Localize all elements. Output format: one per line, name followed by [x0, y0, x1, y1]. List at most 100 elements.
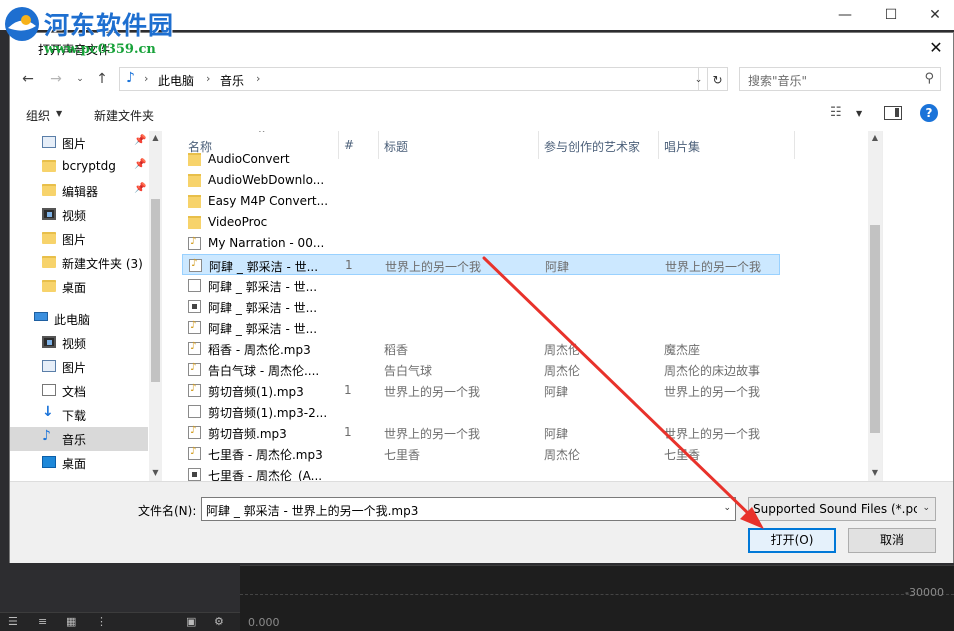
- forward-arrow-icon[interactable]: →: [46, 69, 66, 89]
- chevron-right-icon[interactable]: ›: [206, 72, 210, 85]
- nav-item-editor[interactable]: 编辑器 📌: [10, 179, 148, 203]
- grid-icon[interactable]: ▦: [66, 615, 76, 628]
- nav-item-this-pc[interactable]: 此电脑: [10, 307, 140, 331]
- preview-pane-icon[interactable]: [884, 106, 902, 120]
- menu-icon[interactable]: ≡: [38, 615, 47, 628]
- file-row[interactable]: 剪切音频.mp3 1 世界上的另一个我 阿肆 世界上的另一个我: [182, 422, 780, 443]
- file-name: Easy M4P Convert...: [208, 194, 329, 208]
- file-album: 世界上的另一个我: [665, 260, 762, 274]
- nav-item-desktop-folder[interactable]: 桌面: [10, 275, 148, 299]
- nav-item-downloads[interactable]: ↓ 下载: [10, 403, 148, 427]
- refresh-icon[interactable]: ↻: [708, 67, 728, 91]
- file-row[interactable]: My Narration - 00...: [182, 233, 780, 254]
- file-row[interactable]: 阿肆 _ 郭采洁 - 世...: [182, 275, 780, 296]
- file-row[interactable]: AudioWebDownlo...: [182, 170, 780, 191]
- nav-item-new-folder-3[interactable]: 新建文件夹 (3): [10, 251, 148, 275]
- nav-item-label: bcryptdg: [62, 159, 116, 173]
- nav-item-videos-quick[interactable]: 视频: [10, 203, 148, 227]
- chevron-down-icon[interactable]: ▼: [856, 109, 862, 118]
- address-bar[interactable]: ♪ › 此电脑 › 音乐 ›: [119, 67, 699, 91]
- open-button[interactable]: 打开(O): [748, 528, 836, 553]
- file-name: 七里香 - 周杰伦.mp3: [208, 448, 323, 462]
- view-options-icon[interactable]: ☷: [830, 105, 842, 120]
- folder-icon: [188, 174, 201, 187]
- computer-icon: [34, 312, 48, 321]
- nav-item-desktop[interactable]: 桌面: [10, 451, 148, 475]
- search-input[interactable]: 搜索"音乐" ⚲: [739, 67, 941, 91]
- document-icon: [188, 279, 201, 292]
- chevron-down-icon[interactable]: ⌄: [723, 503, 731, 513]
- breadcrumb-music[interactable]: 音乐: [220, 72, 244, 89]
- file-list-scrollbar[interactable]: ▲ ▼: [868, 131, 882, 481]
- scrollbar-thumb[interactable]: [870, 225, 880, 433]
- image-icon[interactable]: ▣: [186, 615, 196, 628]
- search-icon[interactable]: ⚲: [924, 71, 934, 86]
- file-type-select[interactable]: Supported Sound Files (*.pcm ⌄: [748, 497, 936, 521]
- file-row[interactable]: 七里香 - 周杰伦.mp3 七里香 周杰伦 七里香: [182, 443, 780, 464]
- nav-item-pictures-folder[interactable]: 图片: [10, 227, 148, 251]
- navigation-scrollbar[interactable]: ▲ ▼: [149, 131, 162, 481]
- file-row[interactable]: VideoProc: [182, 212, 780, 233]
- file-row[interactable]: 稻香 - 周杰伦.mp3 稻香 周杰伦 魔杰座: [182, 338, 780, 359]
- list-icon[interactable]: ☰: [8, 615, 18, 628]
- chevron-down-icon[interactable]: ⌄: [922, 503, 930, 513]
- nav-item-bcryptdg[interactable]: bcryptdg 📌: [10, 155, 148, 179]
- file-row[interactable]: 阿肆 _ 郭采洁 - 世...: [182, 317, 780, 338]
- file-row[interactable]: 阿肆 _ 郭采洁 - 世... 1 世界上的另一个我 阿肆 世界上的另一个我: [182, 254, 780, 275]
- back-arrow-icon[interactable]: ←: [18, 69, 38, 89]
- chevron-down-icon[interactable]: ▼: [56, 109, 62, 118]
- minimize-icon[interactable]: —: [822, 0, 868, 30]
- up-arrow-icon[interactable]: ↑: [92, 69, 112, 89]
- file-album: 世界上的另一个我: [664, 385, 761, 399]
- nav-item-documents[interactable]: 文档: [10, 379, 148, 403]
- slider-icon[interactable]: ⋮: [96, 615, 107, 628]
- settings-icon[interactable]: ⚙: [214, 615, 224, 628]
- file-name: 剪切音频.mp3: [208, 427, 287, 441]
- file-track-number: 1: [344, 383, 352, 397]
- file-artist: 周杰伦: [544, 448, 581, 462]
- watermark-logo-icon: [5, 7, 39, 41]
- nav-item-pictures-quick[interactable]: 图片 📌: [10, 131, 148, 155]
- chevron-right-icon[interactable]: ›: [144, 72, 148, 85]
- file-row[interactable]: 七里香 - 周杰伦_(A...: [182, 464, 780, 481]
- help-icon[interactable]: ?: [920, 104, 938, 122]
- file-row[interactable]: Easy M4P Convert...: [182, 191, 780, 212]
- toolbar: 组织 ▼ 新建文件夹 ☷ ▼ ?: [10, 100, 953, 130]
- nav-item-music[interactable]: ♪ 音乐: [10, 427, 148, 451]
- chevron-right-icon[interactable]: ›: [256, 72, 260, 85]
- address-dropdown-icon[interactable]: ⌄: [690, 67, 708, 91]
- file-title: 告白气球: [384, 364, 433, 378]
- breadcrumb-this-pc[interactable]: 此电脑: [158, 72, 194, 89]
- desktop-icon: [42, 456, 56, 468]
- file-album: 魔杰座: [664, 343, 701, 357]
- maximize-icon[interactable]: ☐: [868, 0, 914, 30]
- audio-file-icon: [188, 383, 201, 397]
- scroll-down-icon[interactable]: ▼: [149, 468, 162, 477]
- file-row[interactable]: 阿肆 _ 郭采洁 - 世...: [182, 296, 780, 317]
- organize-button[interactable]: 组织: [26, 107, 50, 124]
- scroll-up-icon[interactable]: ▲: [868, 133, 882, 142]
- close-icon[interactable]: ✕: [925, 37, 947, 59]
- file-name: 七里香 - 周杰伦_(A...: [208, 469, 323, 481]
- audio-file-icon: [188, 446, 201, 460]
- cancel-button[interactable]: 取消: [848, 528, 936, 553]
- nav-item-videos[interactable]: 视频: [10, 331, 148, 355]
- column-divider[interactable]: [794, 131, 795, 159]
- nav-item-pictures[interactable]: 图片: [10, 355, 148, 379]
- preview-pane: [882, 131, 953, 481]
- filename-label: 文件名(N):: [138, 504, 197, 518]
- file-row[interactable]: 告白气球 - 周杰伦.... 告白气球 周杰伦 周杰伦的床边故事: [182, 359, 780, 380]
- close-icon[interactable]: ✕: [912, 0, 954, 30]
- recent-locations-chevron-icon[interactable]: ⌄: [70, 69, 90, 89]
- file-list: ^ 名称 # 标题 参与创作的艺术家 唱片集 AudioConvert Audio…: [162, 131, 882, 481]
- file-row[interactable]: 剪切音频(1).mp3 1 世界上的另一个我 阿肆 世界上的另一个我: [182, 380, 780, 401]
- audio-file-icon: [188, 341, 201, 355]
- scroll-up-icon[interactable]: ▲: [149, 133, 162, 142]
- sort-ascending-icon: ^: [258, 131, 266, 139]
- file-row[interactable]: AudioConvert: [182, 149, 780, 170]
- scrollbar-thumb[interactable]: [151, 199, 160, 382]
- file-row[interactable]: 剪切音频(1).mp3-2...: [182, 401, 780, 422]
- new-folder-button[interactable]: 新建文件夹: [94, 107, 154, 124]
- filename-input[interactable]: 阿肆 _ 郭采洁 - 世界上的另一个我.mp3 ⌄: [201, 497, 736, 521]
- scroll-down-icon[interactable]: ▼: [868, 468, 882, 477]
